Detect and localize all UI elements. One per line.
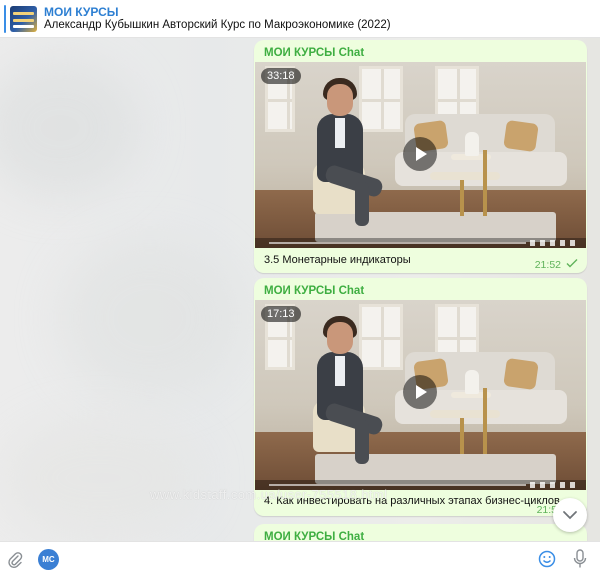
video-duration: 33:18 [261, 68, 301, 84]
message-composer[interactable]: МС [0, 541, 600, 576]
message-sender: МОИ КУРСЫ Chat [264, 285, 365, 297]
video-thumbnail[interactable]: 33:18 [255, 62, 586, 248]
pinned-text: Александр Кубышкин Авторский Курс по Мак… [44, 19, 391, 31]
double-check-icon [566, 259, 578, 268]
pinned-thumbnail [10, 6, 37, 32]
message-bubble[interactable]: МОИ КУРСЫ Chat 33:18 3.5 Монетарные инди… [254, 40, 587, 273]
pinned-accent-bar [4, 5, 6, 33]
video-controls[interactable] [255, 238, 586, 248]
play-icon[interactable] [403, 137, 437, 171]
message-caption: 3.5 Монетарные индикаторы [264, 254, 411, 266]
message-bubble[interactable]: МОИ КУРСЫ Chat [254, 524, 587, 541]
avatar[interactable]: МС [38, 549, 59, 570]
play-icon[interactable] [403, 375, 437, 409]
message-bubble[interactable]: МОИ КУРСЫ Chat 17:13 4. Как инвестироват… [254, 278, 587, 516]
scroll-down-button[interactable] [553, 498, 587, 532]
video-thumbnail[interactable]: 17:13 [255, 300, 586, 490]
message-sender: МОИ КУРСЫ Chat [264, 531, 365, 541]
microphone-icon[interactable] [573, 549, 587, 569]
watermark-text: www.kidstaff.com.ua/user-755518.html [150, 487, 388, 502]
video-duration: 17:13 [261, 306, 301, 322]
paperclip-icon[interactable] [7, 551, 23, 569]
pinned-title: МОИ КУРСЫ [44, 5, 119, 19]
chat-area[interactable]: МОИ КУРСЫ Chat 33:18 3.5 Монетарные инди… [0, 38, 600, 541]
chevron-down-icon [563, 511, 577, 520]
pinned-message-bar[interactable]: МОИ КУРСЫ Александр Кубышкин Авторский К… [0, 0, 600, 38]
emoji-icon[interactable] [538, 550, 556, 568]
message-time: 21:52 [534, 259, 561, 271]
message-sender: МОИ КУРСЫ Chat [264, 47, 365, 59]
